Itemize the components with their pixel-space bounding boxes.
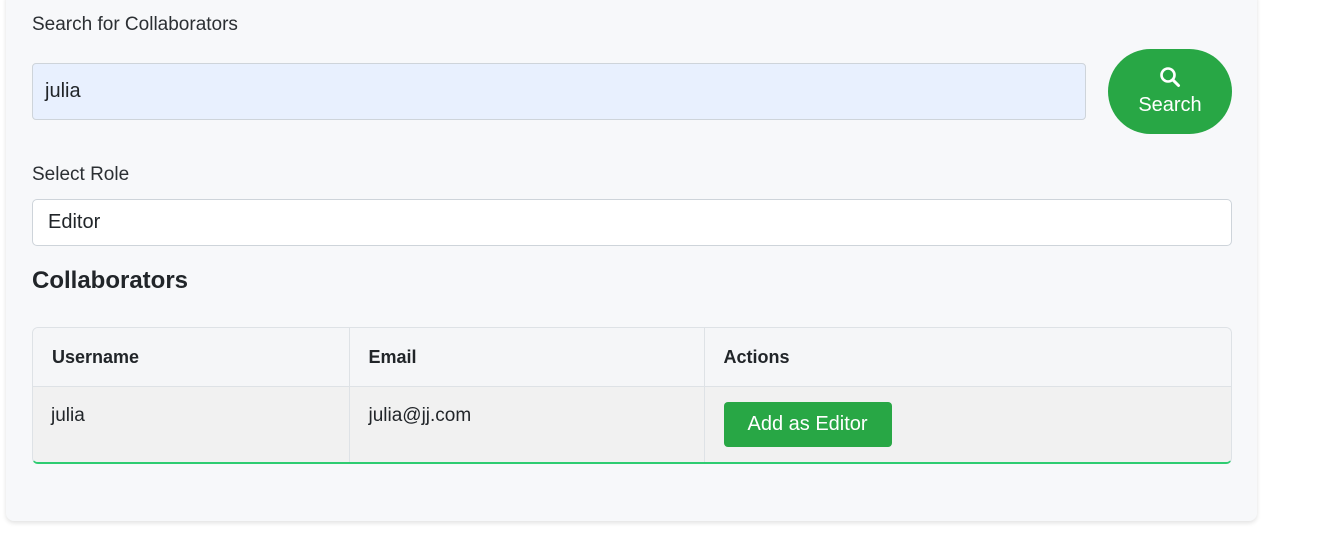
role-select[interactable]: Editor (32, 199, 1232, 246)
search-icon (1160, 67, 1180, 87)
table-row: julia julia@jj.com Add as Editor (33, 386, 1231, 462)
cell-actions: Add as Editor (704, 386, 1231, 462)
column-header-username: Username (33, 328, 350, 387)
cell-email: julia@jj.com (349, 386, 705, 462)
search-button[interactable]: Search (1108, 49, 1232, 134)
cell-username: julia (33, 386, 350, 462)
search-button-label: Search (1138, 94, 1202, 116)
table-header-row: Username Email Actions (33, 328, 1231, 387)
role-label: Select Role (32, 164, 130, 185)
search-input[interactable]: julia (32, 63, 1086, 120)
column-header-email: Email (349, 328, 705, 387)
add-as-editor-button[interactable]: Add as Editor (723, 402, 892, 447)
search-label: Search for Collaborators (32, 14, 238, 35)
column-header-actions: Actions (704, 328, 1231, 387)
collaborators-table: Username Email Actions julia julia@jj.co… (32, 327, 1232, 464)
collaborators-title: Collaborators (32, 267, 189, 294)
